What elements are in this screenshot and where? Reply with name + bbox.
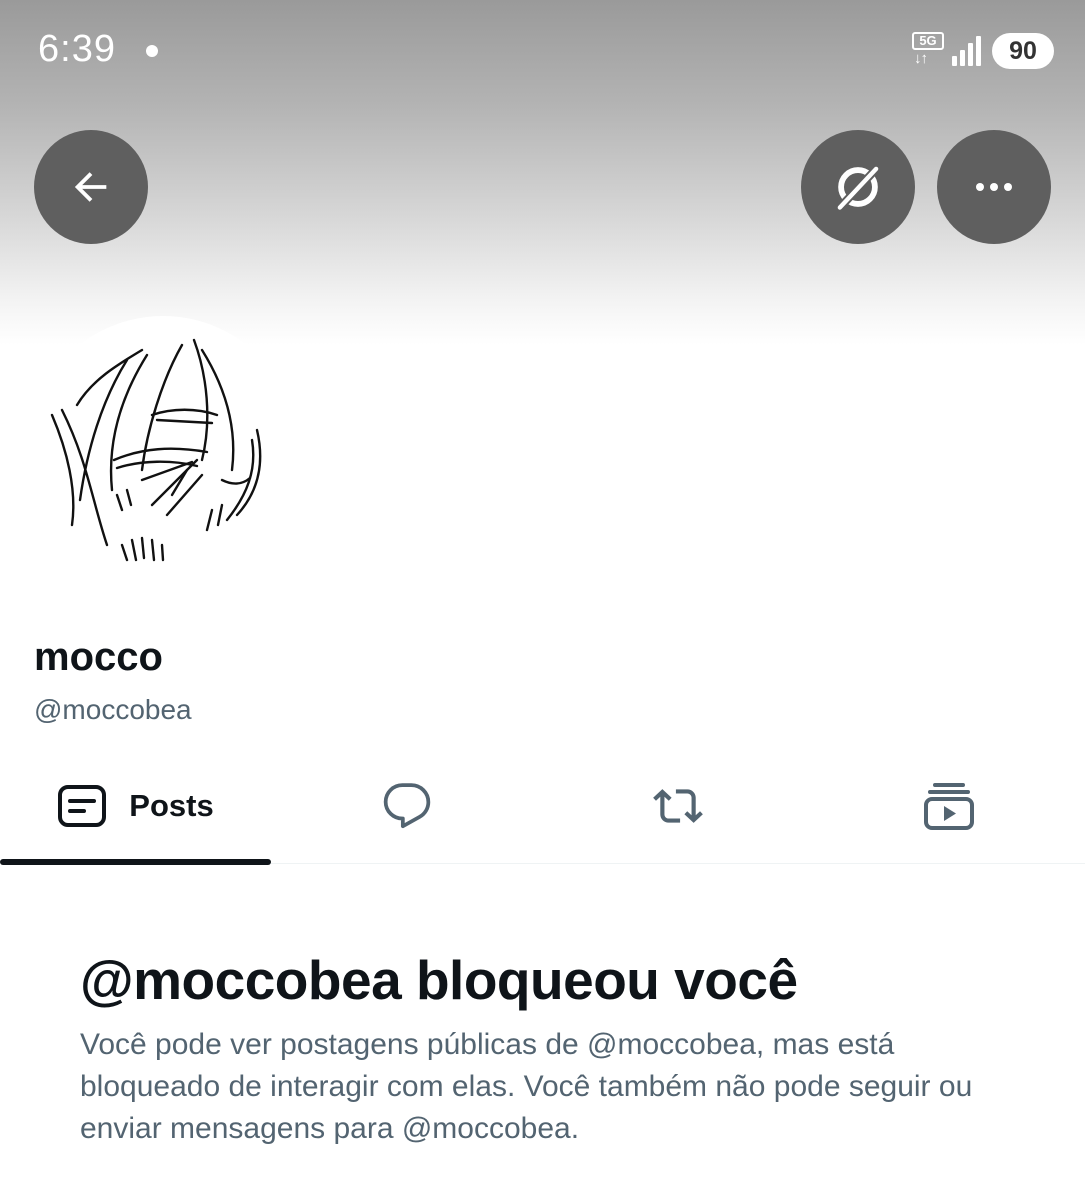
blocked-description: Você pode ver postagens públicas de @moc… — [80, 1028, 973, 1145]
reply-bubble-icon — [383, 783, 430, 829]
more-horizontal-icon — [976, 183, 1012, 191]
profile-avatar[interactable] — [28, 316, 298, 586]
notification-dot — [146, 45, 158, 57]
tab-media[interactable] — [813, 748, 1085, 864]
sketch-face-avatar — [50, 338, 262, 562]
posts-icon — [58, 785, 107, 827]
tab-posts-label: Posts — [129, 788, 214, 823]
battery-indicator: 90 — [992, 33, 1054, 69]
profile-tabs: Posts — [0, 748, 1085, 865]
profile-display-name: mocco — [34, 635, 163, 679]
grok-button[interactable] — [801, 130, 915, 244]
more-options-button[interactable] — [937, 130, 1051, 244]
repost-icon — [652, 789, 703, 823]
status-time: 6:39 — [38, 28, 116, 70]
network-type: 5G — [912, 32, 944, 50]
network-icon: 5G ↓↑ — [912, 32, 946, 68]
blocked-title: @moccobea bloqueou você — [80, 949, 798, 1011]
signal-icon — [952, 36, 981, 66]
tab-replies[interactable] — [271, 748, 542, 864]
active-tab-indicator — [0, 859, 271, 865]
profile-handle: @moccobea — [34, 694, 192, 725]
data-arrows-icon: ↓↑ — [914, 50, 928, 67]
grok-icon — [835, 164, 881, 212]
back-button[interactable] — [34, 130, 148, 244]
tab-posts[interactable]: Posts — [0, 748, 271, 865]
arrow-left-icon — [74, 172, 107, 202]
media-play-icon — [924, 783, 974, 830]
tab-reposts[interactable] — [542, 748, 813, 864]
